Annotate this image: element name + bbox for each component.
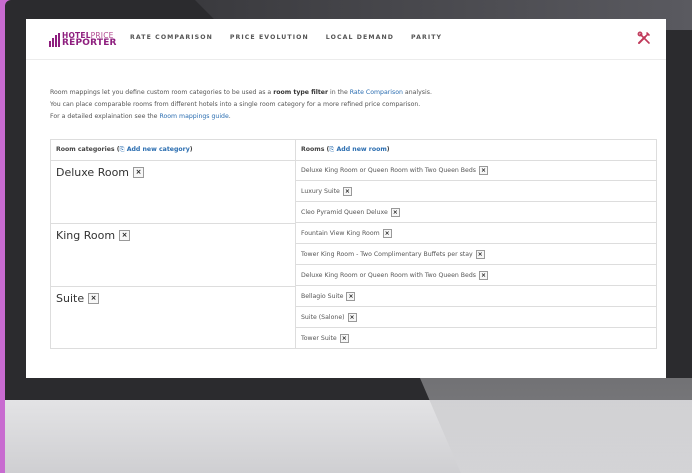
- remove-category-button[interactable]: ×: [88, 293, 100, 304]
- room-name: Luxury Suite: [301, 188, 340, 195]
- category-name: Deluxe Room: [56, 166, 130, 179]
- base-shadow: [420, 378, 692, 473]
- add-category-icon[interactable]: ⎘: [120, 146, 125, 153]
- category-name: King Room: [56, 229, 116, 242]
- remove-room-button[interactable]: ×: [346, 292, 356, 301]
- category-suite: Suite ×: [56, 292, 100, 305]
- remove-room-button[interactable]: ×: [390, 208, 400, 217]
- remove-category-button[interactable]: ×: [119, 230, 131, 241]
- category-divider: [51, 223, 295, 224]
- intro-line-2: You can place comparable rooms from diff…: [50, 101, 421, 108]
- room-name: Deluxe King Room or Queen Room with Two …: [301, 167, 476, 174]
- category-divider: [51, 286, 295, 287]
- room-name: Suite (Salone): [301, 314, 345, 321]
- nav-rate-comparison[interactable]: RATE COMPARISON: [130, 34, 213, 41]
- nav-parity[interactable]: PARITY: [411, 34, 442, 41]
- room-name: Bellagio Suite: [301, 293, 344, 300]
- rate-comparison-link[interactable]: Rate Comparison: [350, 89, 403, 96]
- table-row: Cleo Pyramid Queen Deluxe ×: [296, 202, 656, 223]
- table-row: Suite (Salone) ×: [296, 307, 656, 328]
- table-row: Deluxe King Room or Queen Room with Two …: [296, 265, 656, 286]
- room-categories-header: Room categories (⎘ Add new category): [56, 146, 193, 153]
- remove-room-button[interactable]: ×: [342, 187, 352, 196]
- room-name: Fountain View King Room: [301, 230, 380, 237]
- tools-icon[interactable]: [637, 31, 651, 45]
- nav-links: RATE COMPARISON PRICE EVOLUTION LOCAL DE…: [130, 34, 442, 41]
- nav-price-evolution[interactable]: PRICE EVOLUTION: [230, 34, 309, 41]
- logo-bars-icon: [49, 33, 60, 47]
- remove-room-button[interactable]: ×: [339, 334, 349, 343]
- room-name: Cleo Pyramid Queen Deluxe: [301, 209, 388, 216]
- table-header: Room categories (⎘ Add new category) Roo…: [51, 140, 656, 161]
- remove-category-button[interactable]: ×: [133, 167, 145, 178]
- remove-room-button[interactable]: ×: [347, 313, 357, 322]
- logo-text-reporter: REPORTER: [62, 38, 117, 49]
- logo[interactable]: HOTELPRICE REPORTER: [49, 31, 117, 49]
- remove-room-button[interactable]: ×: [382, 229, 392, 238]
- intro-text: Room mappings let you define custom room…: [50, 87, 650, 123]
- intro-line-1: Room mappings let you define custom room…: [50, 89, 432, 96]
- nav-local-demand[interactable]: LOCAL DEMAND: [326, 34, 394, 41]
- category-deluxe-room: Deluxe Room ×: [56, 166, 145, 179]
- room-mappings-table: Room categories (⎘ Add new category) Roo…: [50, 139, 657, 349]
- table-row: Bellagio Suite ×: [296, 286, 656, 307]
- intro-line-3: For a detailed explaination see the Room…: [50, 113, 231, 120]
- table-row: Tower Suite ×: [296, 328, 656, 349]
- app-screen: HOTELPRICE REPORTER RATE COMPARISON PRIC…: [26, 19, 666, 378]
- room-mappings-guide-link[interactable]: Room mappings guide: [159, 113, 228, 120]
- add-new-category-link[interactable]: Add new category: [127, 146, 190, 153]
- add-room-icon[interactable]: ⎘: [329, 146, 334, 153]
- remove-room-button[interactable]: ×: [478, 271, 488, 280]
- top-navigation: HOTELPRICE REPORTER RATE COMPARISON PRIC…: [26, 19, 666, 60]
- room-name: Tower Suite: [301, 335, 337, 342]
- add-new-room-link[interactable]: Add new room: [337, 146, 387, 153]
- room-name: Deluxe King Room or Queen Room with Two …: [301, 272, 476, 279]
- room-name: Tower King Room - Two Complimentary Buff…: [301, 251, 473, 258]
- category-king-room: King Room ×: [56, 229, 131, 242]
- table-row: Fountain View King Room ×: [296, 223, 656, 244]
- table-row: Tower King Room - Two Complimentary Buff…: [296, 244, 656, 265]
- table-row: Deluxe King Room or Queen Room with Two …: [296, 160, 656, 181]
- remove-room-button[interactable]: ×: [478, 166, 488, 175]
- category-name: Suite: [56, 292, 85, 305]
- remove-room-button[interactable]: ×: [475, 250, 485, 259]
- table-row: Luxury Suite ×: [296, 181, 656, 202]
- rooms-header: Rooms (⎘ Add new room): [301, 146, 390, 153]
